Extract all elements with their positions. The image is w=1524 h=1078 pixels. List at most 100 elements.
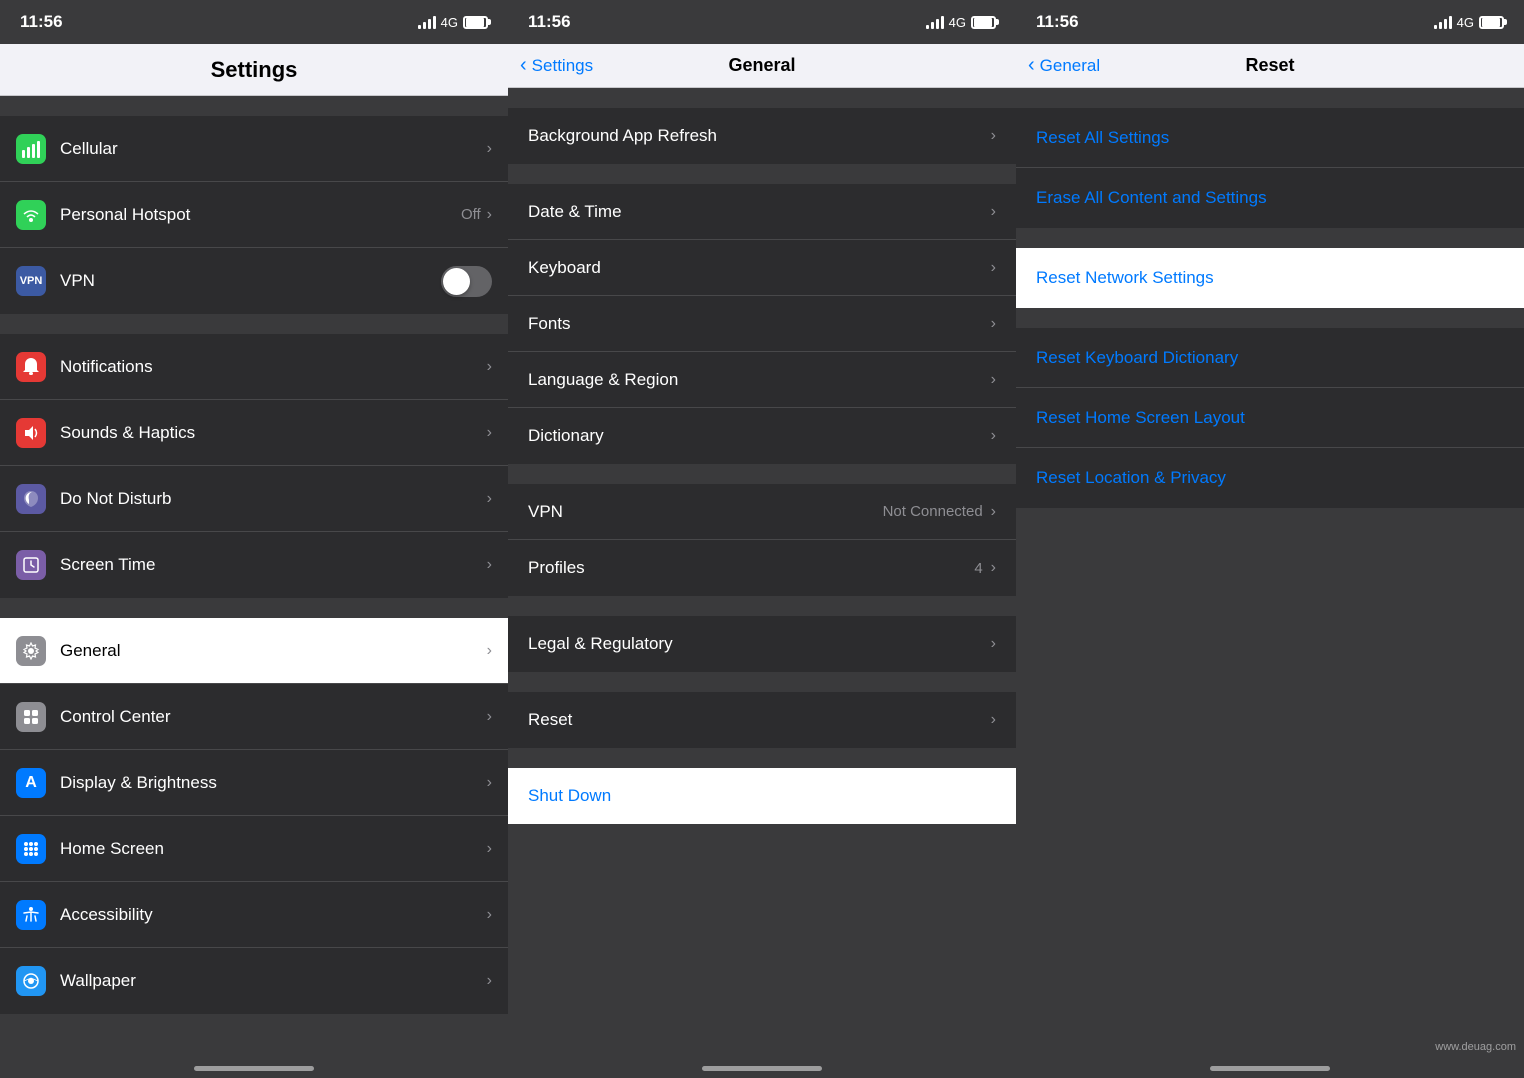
row-notifications[interactable]: Notifications › [0,334,508,400]
row-wallpaper[interactable]: Wallpaper › [0,948,508,1014]
row-language-region[interactable]: Language & Region › [508,352,1016,408]
status-bar-2: 11:56 4G [508,0,1016,44]
row-dictionary[interactable]: Dictionary › [508,408,1016,464]
row-display-brightness[interactable]: A Display & Brightness › [0,750,508,816]
screen-time-icon [16,550,46,580]
row-legal[interactable]: Legal & Regulatory › [508,616,1016,672]
row-control-center[interactable]: Control Center › [0,684,508,750]
status-time-3: 11:56 [1036,12,1079,32]
row-home-screen[interactable]: Home Screen › [0,816,508,882]
vpn-toggle[interactable] [441,266,492,297]
status-time-2: 11:56 [528,12,571,32]
row-label-wallpaper: Wallpaper [60,971,487,991]
signal-icon-2 [926,15,944,29]
row-label-vpn: VPN [60,271,441,291]
wallpaper-icon [16,966,46,996]
sounds-icon [16,418,46,448]
row-reset-keyboard[interactable]: Reset Keyboard Dictionary [1016,328,1524,388]
row-profiles[interactable]: Profiles 4 › [508,540,1016,596]
hotspot-icon [16,200,46,230]
back-button-general[interactable]: ‹ General [1028,54,1100,77]
row-cellular[interactable]: Cellular › [0,116,508,182]
panel-reset: 11:56 4G ‹ General Reset Reset All [1016,0,1524,1078]
network-type-1: 4G [441,15,458,30]
group-reset-2: Reset Network Settings [1016,248,1524,308]
panel-settings: 11:56 4G Settings Cellular [0,0,508,1078]
label-shut-down: Shut Down [528,786,996,806]
back-chevron-1: ‹ [520,54,527,77]
back-chevron-2: ‹ [1028,54,1035,77]
home-screen-icon [16,834,46,864]
label-profiles: Profiles [528,558,974,578]
row-erase-all[interactable]: Erase All Content and Settings [1016,168,1524,228]
row-label-general: General [60,641,487,661]
row-reset-location[interactable]: Reset Location & Privacy [1016,448,1524,508]
label-reset-network: Reset Network Settings [1036,268,1214,288]
group-reset-3: Reset Keyboard Dictionary Reset Home Scr… [1016,328,1524,508]
label-bg-refresh: Background App Refresh [528,126,991,146]
network-type-3: 4G [1457,15,1474,30]
row-sounds[interactable]: Sounds & Haptics › [0,400,508,466]
status-time-1: 11:56 [20,12,63,32]
dnd-icon [16,484,46,514]
group-notifications: Notifications › Sounds & Haptics › Do No… [0,334,508,598]
signal-icon-3 [1434,15,1452,29]
chevron-notifications: › [487,358,492,376]
row-keyboard[interactable]: Keyboard › [508,240,1016,296]
back-button-settings[interactable]: ‹ Settings [520,54,593,77]
row-reset[interactable]: Reset › [508,692,1016,748]
detail-profiles: 4 [974,560,982,577]
status-bar-3: 11:56 4G [1016,0,1524,44]
row-fonts[interactable]: Fonts › [508,296,1016,352]
chevron-screen-time: › [487,556,492,574]
general-list: Background App Refresh › Date & Time › K… [508,88,1016,1058]
row-label-notifications: Notifications [60,357,487,377]
row-label-dnd: Do Not Disturb [60,489,487,509]
chevron-dnd: › [487,490,492,508]
battery-icon-3 [1479,16,1504,29]
reset-list: Reset All Settings Erase All Content and… [1016,88,1524,1058]
battery-icon-2 [971,16,996,29]
detail-vpn: Not Connected [883,503,983,520]
row-reset-home-screen[interactable]: Reset Home Screen Layout [1016,388,1524,448]
label-dictionary: Dictionary [528,426,991,446]
label-language: Language & Region [528,370,991,390]
back-label-general[interactable]: General [1040,56,1100,76]
label-vpn-general: VPN [528,502,883,522]
row-vpn-general[interactable]: VPN Not Connected › [508,484,1016,540]
row-label-screen-time: Screen Time [60,555,487,575]
settings-list: Cellular › Personal Hotspot Off › VPN VP… [0,96,508,1058]
nav-title-reset: Reset [1245,55,1294,76]
row-do-not-disturb[interactable]: Do Not Disturb › [0,466,508,532]
network-type-2: 4G [949,15,966,30]
cellular-icon [16,134,46,164]
row-background-app-refresh[interactable]: Background App Refresh › [508,108,1016,164]
back-label-settings[interactable]: Settings [532,56,593,76]
row-personal-hotspot[interactable]: Personal Hotspot Off › [0,182,508,248]
group-general-6: Shut Down [508,768,1016,824]
row-label-accessibility: Accessibility [60,905,487,925]
row-general[interactable]: General › [0,618,508,684]
signal-icon-1 [418,15,436,29]
chevron-hotspot: › [487,206,492,224]
status-icons-1: 4G [418,15,488,30]
group-general-2: Date & Time › Keyboard › Fonts › Languag… [508,184,1016,464]
row-date-time[interactable]: Date & Time › [508,184,1016,240]
row-vpn[interactable]: VPN VPN [0,248,508,314]
row-reset-network[interactable]: Reset Network Settings [1016,248,1524,308]
label-fonts: Fonts [528,314,991,334]
battery-icon-1 [463,16,488,29]
row-shut-down[interactable]: Shut Down [508,768,1016,824]
status-icons-3: 4G [1434,15,1504,30]
chevron-control-center: › [487,708,492,726]
nav-bar-reset: ‹ General Reset [1016,44,1524,88]
row-accessibility[interactable]: Accessibility › [0,882,508,948]
row-screen-time[interactable]: Screen Time › [0,532,508,598]
label-erase-all: Erase All Content and Settings [1036,188,1267,208]
label-reset-all: Reset All Settings [1036,128,1169,148]
group-general-4: Legal & Regulatory › [508,616,1016,672]
row-reset-all-settings[interactable]: Reset All Settings [1016,108,1524,168]
accessibility-icon [16,900,46,930]
home-indicator-1 [0,1058,508,1078]
panel-general: 11:56 4G ‹ Settings General Backgr [508,0,1016,1078]
